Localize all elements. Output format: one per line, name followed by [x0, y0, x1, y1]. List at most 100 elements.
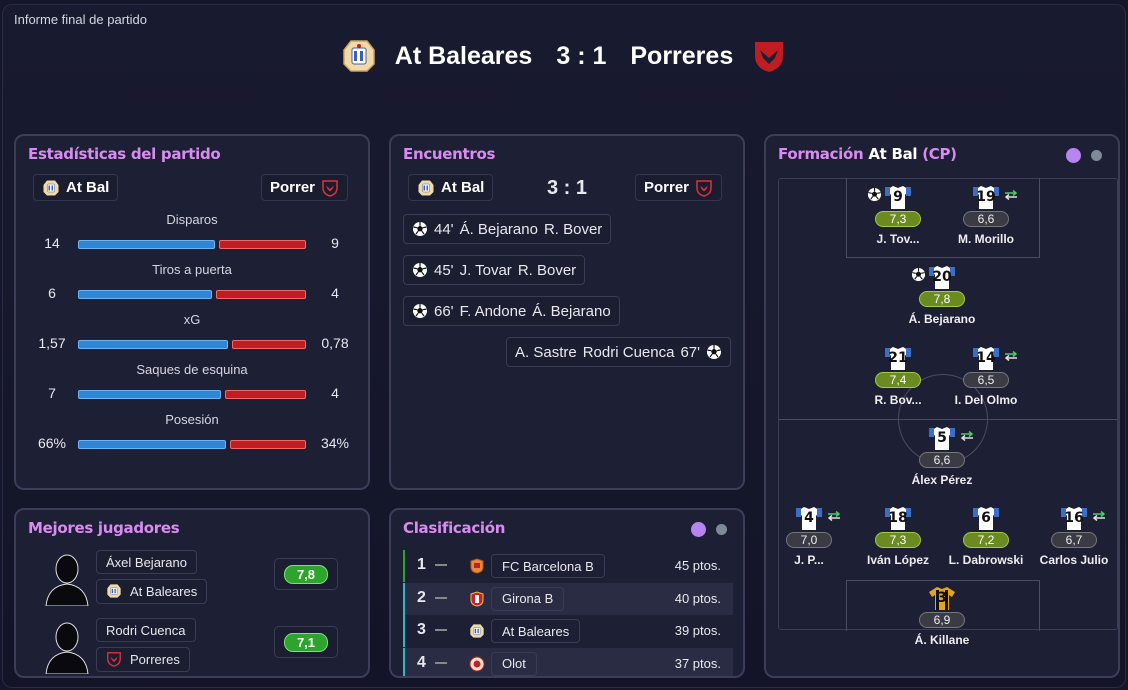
stat-home-value: 66%: [37, 435, 67, 451]
stats-panel: Estadísticas del partido At Bal Porrer D…: [14, 134, 370, 490]
page-dot-active[interactable]: [1066, 148, 1081, 163]
table-pager: [691, 522, 727, 537]
stat-away-value: 0,78: [321, 335, 349, 351]
shirt-icon: 3: [929, 586, 955, 610]
event-minute: 44': [434, 220, 454, 238]
player-name: Iván López: [866, 553, 929, 567]
stats-home-chip[interactable]: At Bal: [33, 174, 119, 201]
best-player-name: Rodri Cuenca: [96, 618, 196, 642]
formation-player[interactable]: 9 7,3 J. Tov...: [853, 185, 943, 246]
goal-scored-icon: [867, 187, 882, 202]
events-away-chip-label: Porrer: [644, 179, 690, 196]
event-assist: R. Bover: [543, 220, 603, 238]
stat-home-bar: [78, 240, 215, 249]
shirt-icon: 18: [885, 506, 911, 530]
player-rating: 7,4: [875, 372, 921, 388]
goal-event[interactable]: A. Sastre Rodri Cuenca 67': [506, 337, 731, 367]
formation-player[interactable]: 20 7,8 Á. Bejarano: [897, 265, 987, 326]
formation-pager: [1066, 148, 1102, 163]
shirt-number: 3: [937, 590, 947, 606]
stat-label: Posesión: [165, 412, 219, 427]
best-player-team: Porreres: [96, 647, 190, 672]
at-baleares-crest-icon: [42, 179, 60, 197]
goal-event[interactable]: 66' F. Andone Á. Bejarano: [403, 296, 620, 326]
goal-event[interactable]: 45' J. Tovar R. Bover: [403, 255, 586, 285]
table-row[interactable]: 3 At Baleares 39 ptos.: [403, 615, 733, 647]
events-panel: Encuentros At Bal 3 : 1 Porrer 44' Á. Bej…: [389, 134, 745, 490]
formation-player[interactable]: 4 7,0 J. P...: [764, 506, 854, 567]
stat-row: 66% 34%: [16, 435, 368, 455]
porreres-crest-icon: [106, 651, 124, 669]
page-dot-inactive[interactable]: [1091, 150, 1102, 161]
shirt-number: 4: [804, 510, 814, 526]
formation-panel-title: Formación At Bal (CP): [778, 145, 957, 163]
best-player-row[interactable]: Áxel Bejarano At Baleares 7,8: [16, 548, 368, 612]
event-scorer: Á. Bejarano: [459, 220, 538, 238]
stat-row: 1,57 0,78: [16, 335, 368, 355]
stat-label: Tiros a puerta: [152, 262, 232, 277]
table-row[interactable]: 1 FC Barcelona B 45 ptos.: [403, 550, 733, 582]
event-minute: 67': [680, 343, 700, 361]
events-panel-title: Encuentros: [403, 145, 496, 163]
substitution-icon: [826, 508, 842, 522]
event-minute: 45': [434, 261, 454, 279]
stat-away-bar: [232, 340, 306, 349]
shirt-number: 14: [976, 350, 996, 366]
page-dot-active[interactable]: [691, 522, 706, 537]
player-name: M. Morillo: [958, 232, 1014, 246]
formation-player[interactable]: 14 6,5 I. Del Olmo: [941, 346, 1031, 407]
position-unchanged-icon: [435, 564, 447, 566]
position-unchanged-icon: [435, 629, 447, 631]
stat-home-bar: [78, 340, 228, 349]
home-team-name: At Baleares: [394, 41, 533, 70]
goal-scored-icon: [911, 267, 926, 282]
soccer-ball-icon: [412, 262, 428, 278]
player-rating-wrap: 6,5: [941, 370, 1031, 389]
stat-away-bar: [230, 440, 306, 449]
stat-row: 14 9: [16, 235, 368, 255]
formation-player[interactable]: 3 6,9 Á. Killane: [897, 586, 987, 647]
team-crest-icon: [469, 623, 485, 639]
events-away-chip[interactable]: Porrer: [635, 174, 723, 201]
stat-label: Saques de esquina: [136, 362, 248, 377]
table-points: 45 ptos.: [674, 558, 721, 573]
stat-home-value: 7: [48, 385, 56, 401]
substitution-icon: [1003, 348, 1019, 362]
substitution-icon: [959, 428, 975, 442]
player-rating: 6,9: [919, 612, 965, 628]
table-position: 1: [417, 556, 426, 573]
event-scorer: J. Tovar: [459, 261, 512, 279]
page-dot-inactive[interactable]: [716, 524, 727, 535]
away-team-name: Porreres: [630, 41, 734, 70]
player-rating-wrap: 6,6: [897, 450, 987, 469]
position-unchanged-icon: [435, 661, 447, 664]
porreres-crest-icon: [751, 38, 787, 74]
soccer-ball-icon: [412, 221, 428, 237]
shirt-icon: 20: [929, 265, 955, 289]
player-rating: 7,3: [875, 211, 921, 227]
formation-player[interactable]: 21 7,4 R. Bov...: [853, 346, 943, 407]
stats-away-chip[interactable]: Porrer: [261, 174, 349, 201]
shirt-number: 21: [888, 350, 908, 366]
formation-player[interactable]: 19 6,6 M. Morillo: [941, 185, 1031, 246]
goal-event[interactable]: 44' Á. Bejarano R. Bover: [403, 214, 612, 244]
formation-player[interactable]: 16 6,7 Carlos Julio: [1029, 506, 1119, 567]
formation-panel: Formación At Bal (CP) 9 7,3 J. Tov... 19 6,6…: [764, 134, 1120, 678]
stat-away-bar: [216, 290, 306, 299]
formation-player[interactable]: 5 6,6 Álex Pérez: [897, 426, 987, 487]
best-player-row[interactable]: Rodri Cuenca Porreres 7,1: [16, 616, 368, 680]
stat-away-value: 4: [331, 285, 339, 301]
table-row[interactable]: 4 Olot 37 ptos.: [403, 647, 733, 676]
shirt-number: 9: [893, 189, 903, 205]
formation-player[interactable]: 6 7,2 L. Dabrowski: [941, 506, 1031, 567]
stat-home-value: 14: [44, 235, 60, 251]
table-row[interactable]: 2 Girona B 40 ptos.: [403, 582, 733, 615]
substitution-icon: [1091, 508, 1107, 522]
shirt-icon: 4: [796, 506, 822, 530]
best-player-team: At Baleares: [96, 579, 208, 604]
shirt-icon: 16: [1061, 506, 1087, 530]
stat-home-bar: [78, 290, 212, 299]
formation-player[interactable]: 18 7,3 Iván López: [853, 506, 943, 567]
player-rating: 7,3: [875, 532, 921, 548]
best-player-team-label: Porreres: [130, 652, 180, 667]
